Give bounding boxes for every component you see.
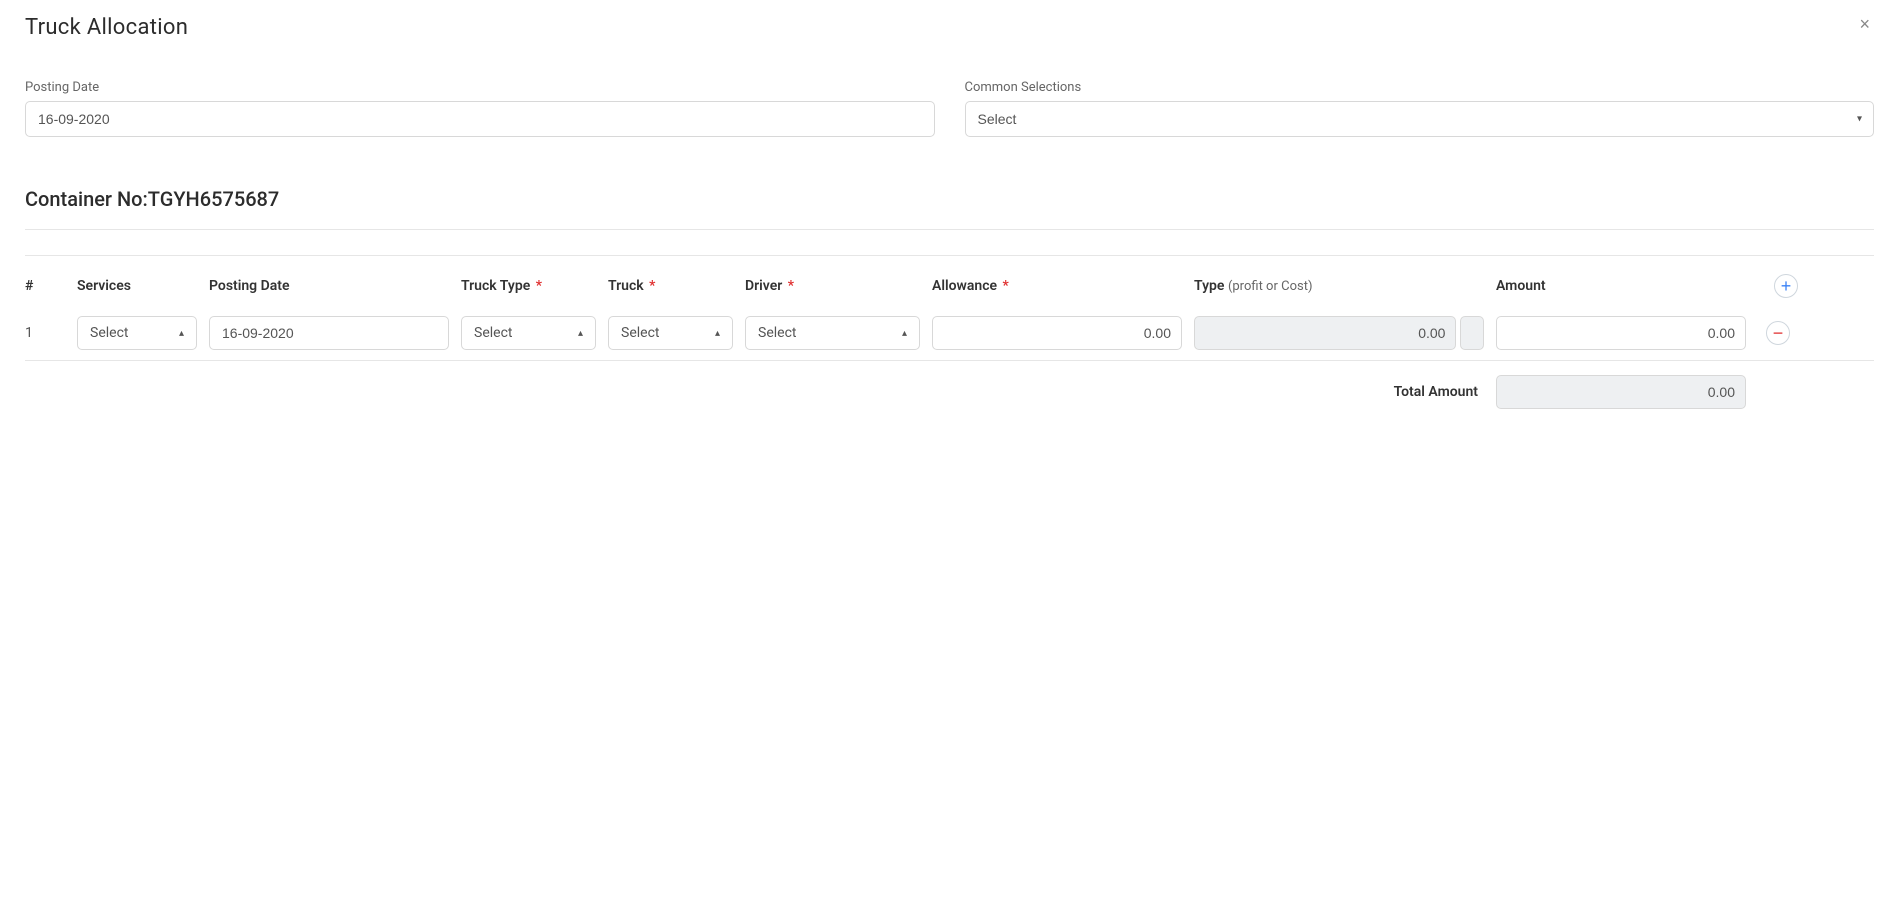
- col-allowance: Allowance *: [932, 278, 1182, 294]
- col-type: Type (profit or Cost): [1194, 278, 1484, 294]
- truck-value: Select: [621, 325, 659, 341]
- common-selections-value: Select: [978, 111, 1017, 127]
- container-number: TGYH6575687: [148, 187, 280, 211]
- truck-type-value: Select: [474, 325, 512, 341]
- truck-select[interactable]: Select ▴: [608, 316, 733, 350]
- services-value: Select: [90, 325, 128, 341]
- amount-input[interactable]: [1496, 316, 1746, 350]
- driver-value: Select: [758, 325, 796, 341]
- col-idx: #: [25, 278, 65, 294]
- plus-icon: +: [1781, 277, 1792, 295]
- caret-up-icon: ▴: [179, 328, 184, 339]
- page-title: Truck Allocation: [25, 15, 188, 40]
- close-button[interactable]: ×: [1855, 15, 1874, 33]
- table-row: 1 Select ▴ Select ▴ Select ▴ Select ▴ −: [25, 312, 1874, 361]
- total-amount-label: Total Amount: [1194, 384, 1484, 400]
- close-icon: ×: [1859, 14, 1870, 34]
- type-cell: [1194, 316, 1484, 350]
- common-selections-label: Common Selections: [965, 80, 1875, 95]
- container-heading: Container No:TGYH6575687: [25, 187, 1874, 230]
- type-addon[interactable]: [1460, 316, 1484, 350]
- modal-header: Truck Allocation ×: [25, 15, 1874, 40]
- col-posting-date: Posting Date: [209, 278, 449, 294]
- caret-up-icon: ▴: [715, 328, 720, 339]
- col-truck-type: Truck Type *: [461, 278, 596, 294]
- required-mark: *: [999, 278, 1009, 294]
- caret-up-icon: ▴: [902, 328, 907, 339]
- type-input: [1194, 316, 1456, 350]
- caret-up-icon: ▴: [578, 328, 583, 339]
- driver-select[interactable]: Select ▴: [745, 316, 920, 350]
- posting-date-group: Posting Date: [25, 80, 935, 137]
- required-mark: *: [784, 278, 794, 294]
- posting-date-label: Posting Date: [25, 80, 935, 95]
- posting-date-input[interactable]: [25, 101, 935, 137]
- common-selections-wrap: Select ▾: [965, 101, 1875, 137]
- col-services: Services: [77, 278, 197, 294]
- remove-row-button[interactable]: −: [1766, 321, 1790, 345]
- col-amount: Amount: [1496, 278, 1746, 294]
- col-truck: Truck *: [608, 278, 733, 294]
- table-header-row: # Services Posting Date Truck Type * Tru…: [25, 256, 1874, 312]
- required-mark: *: [532, 278, 542, 294]
- total-amount-value: [1496, 375, 1746, 409]
- allowance-input[interactable]: [932, 316, 1182, 350]
- services-select[interactable]: Select ▴: [77, 316, 197, 350]
- col-driver: Driver *: [745, 278, 920, 294]
- minus-icon: −: [1773, 324, 1784, 342]
- required-mark: *: [646, 278, 656, 294]
- common-selections-group: Common Selections Select ▾: [965, 80, 1875, 137]
- row-posting-date-input[interactable]: [209, 316, 449, 350]
- truck-type-select[interactable]: Select ▴: [461, 316, 596, 350]
- common-selections-select[interactable]: Select: [965, 101, 1875, 137]
- row-index: 1: [25, 325, 65, 341]
- filter-row: Posting Date Common Selections Select ▾: [25, 80, 1874, 137]
- add-row-button[interactable]: +: [1774, 274, 1798, 298]
- container-prefix: Container No:: [25, 187, 148, 211]
- total-row: Total Amount: [25, 375, 1874, 409]
